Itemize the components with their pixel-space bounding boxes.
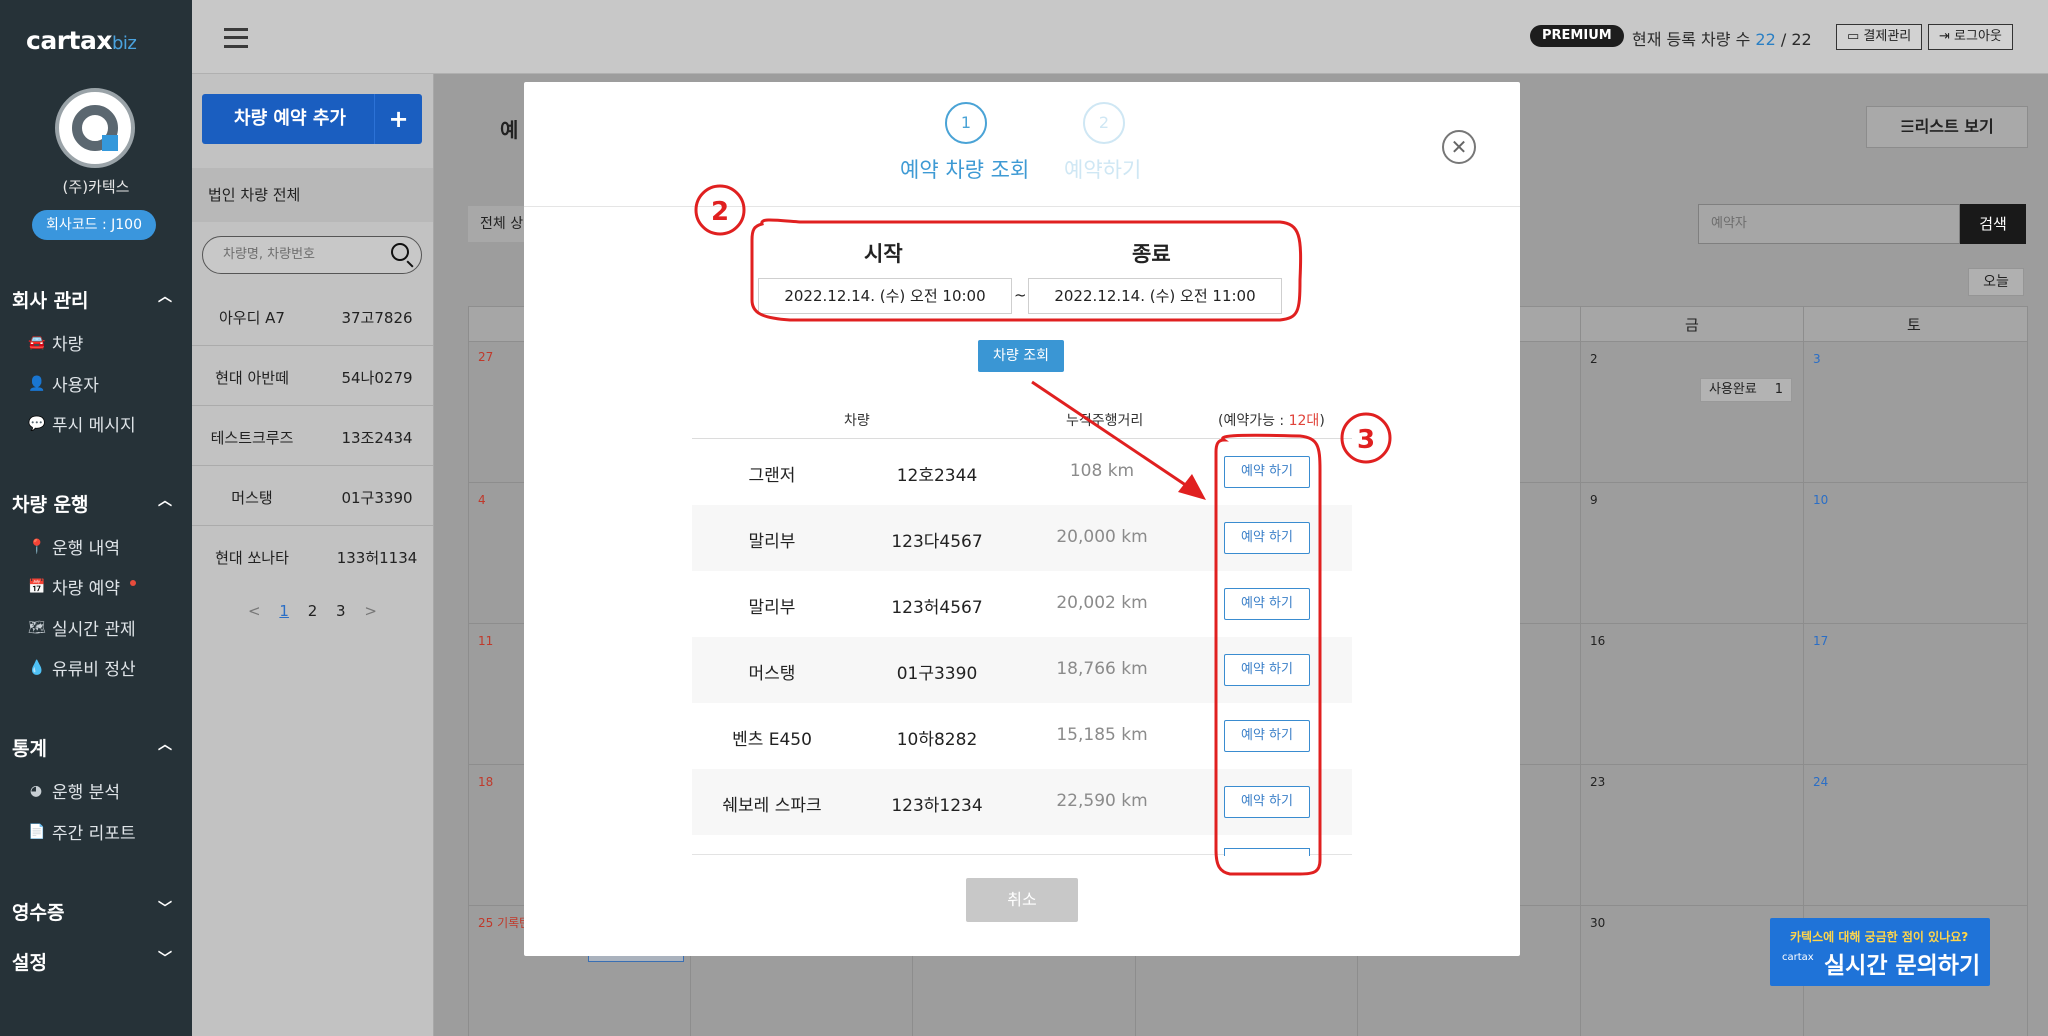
annotation-time-range-outline (750, 218, 1303, 322)
annotation-reserve-column-outline (1214, 433, 1322, 876)
annotation-arrow-head (1178, 474, 1206, 500)
annotation-marker-3: 3 (1357, 425, 1375, 455)
annotation-marker-2: 2 (711, 197, 729, 227)
app-root: cartaxbiz (주)카텍스 회사코드 : J100 회사 관리 ︿ 🚘 차량 … (0, 0, 2048, 1036)
annotation-arrow-line (1031, 380, 1197, 494)
tutorial-annotations: 2 3 (694, 184, 1392, 876)
